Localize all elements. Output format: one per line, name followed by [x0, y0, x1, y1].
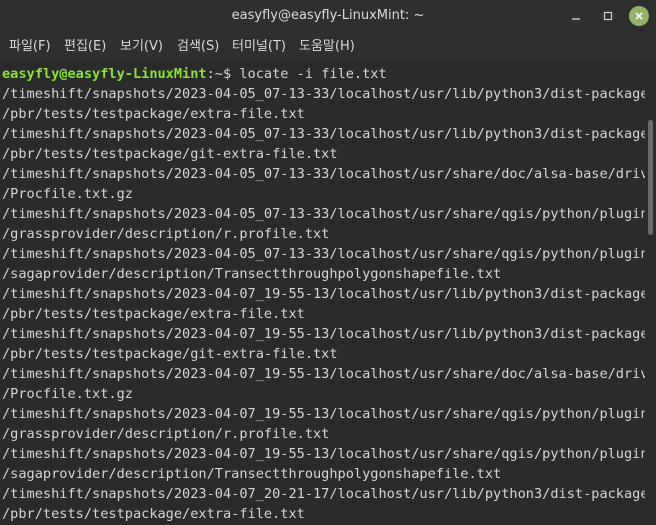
- output-line: /timeshift/snapshots/2023-04-07_19-55-13…: [2, 446, 645, 462]
- output-line: /pbr/tests/testpackage/extra-file.txt: [2, 506, 305, 522]
- maximize-icon: [603, 11, 613, 21]
- output-line: /pbr/tests/testpackage/extra-file.txt: [2, 106, 305, 122]
- title-bar[interactable]: easyfly@easyfly-LinuxMint: ~: [0, 0, 656, 31]
- prompt-line: easyfly@easyfly-LinuxMint:~$ locate -i f…: [2, 64, 387, 84]
- output-line: /timeshift/snapshots/2023-04-05_07-13-33…: [2, 246, 645, 262]
- output-line: /pbr/tests/testpackage/git-extra-file.tx…: [2, 146, 338, 162]
- output-line: /pbr/tests/testpackage/git-extra-file.tx…: [2, 346, 338, 362]
- output-line: /timeshift/snapshots/2023-04-07_19-55-13…: [2, 326, 645, 342]
- scrollbar-thumb[interactable]: [648, 120, 653, 235]
- output-line: /pbr/tests/testpackage/extra-file.txt: [2, 306, 305, 322]
- menu-edit[interactable]: 편집(E): [64, 31, 106, 62]
- menu-help[interactable]: 도움말(H): [299, 31, 355, 62]
- vertical-scrollbar[interactable]: [645, 63, 656, 525]
- minimize-button[interactable]: [565, 5, 587, 27]
- close-button[interactable]: [628, 5, 650, 27]
- maximize-button[interactable]: [597, 5, 619, 27]
- terminal-window: easyfly@easyfly-LinuxMint: ~ 파일(F) 편집(E)…: [0, 0, 656, 525]
- prompt-user: easyfly@easyfly-LinuxMint: [2, 66, 207, 82]
- output-line: /sagaprovider/description/Transectthroug…: [2, 466, 502, 482]
- menu-terminal[interactable]: 터미널(T): [232, 31, 286, 62]
- output-line: /Procfile.txt.gz: [2, 386, 133, 402]
- window-title: easyfly@easyfly-LinuxMint: ~: [231, 8, 425, 23]
- output-line: /timeshift/snapshots/2023-04-07_20-21-17…: [2, 486, 645, 502]
- menu-bar: 파일(F) 편집(E) 보기(V) 검색(S) 터미널(T) 도움말(H): [0, 31, 656, 63]
- output-line: /timeshift/snapshots/2023-04-07_19-55-13…: [2, 366, 645, 382]
- menu-search[interactable]: 검색(S): [177, 31, 219, 62]
- prompt-path: :~: [206, 66, 223, 82]
- close-button-circle: [629, 6, 649, 26]
- command-text: locate -i file.txt: [239, 66, 387, 82]
- output-line: /Procfile.txt.gz: [2, 186, 133, 202]
- output-line: /sagaprovider/description/Transectthroug…: [2, 266, 502, 282]
- output-line: /timeshift/snapshots/2023-04-05_07-13-33…: [2, 126, 645, 142]
- close-icon: [635, 12, 643, 20]
- menu-view[interactable]: 보기(V): [120, 31, 163, 62]
- output-line: /timeshift/snapshots/2023-04-05_07-13-33…: [2, 86, 645, 102]
- output-line: /timeshift/snapshots/2023-04-07_19-55-13…: [2, 286, 645, 302]
- output-line: /timeshift/snapshots/2023-04-07_19-55-13…: [2, 406, 645, 422]
- output-line: /timeshift/snapshots/2023-04-05_07-13-33…: [2, 206, 645, 222]
- output-line: /grassprovider/description/r.profile.txt: [2, 426, 330, 442]
- output-line: /timeshift/snapshots/2023-04-05_07-13-33…: [2, 166, 645, 182]
- minimize-icon: [572, 18, 580, 20]
- menu-file[interactable]: 파일(F): [9, 31, 51, 62]
- terminal-output-area[interactable]: easyfly@easyfly-LinuxMint:~$ locate -i f…: [0, 63, 645, 525]
- prompt-symbol: $: [222, 66, 240, 82]
- output-line: /grassprovider/description/r.profile.txt: [2, 226, 330, 242]
